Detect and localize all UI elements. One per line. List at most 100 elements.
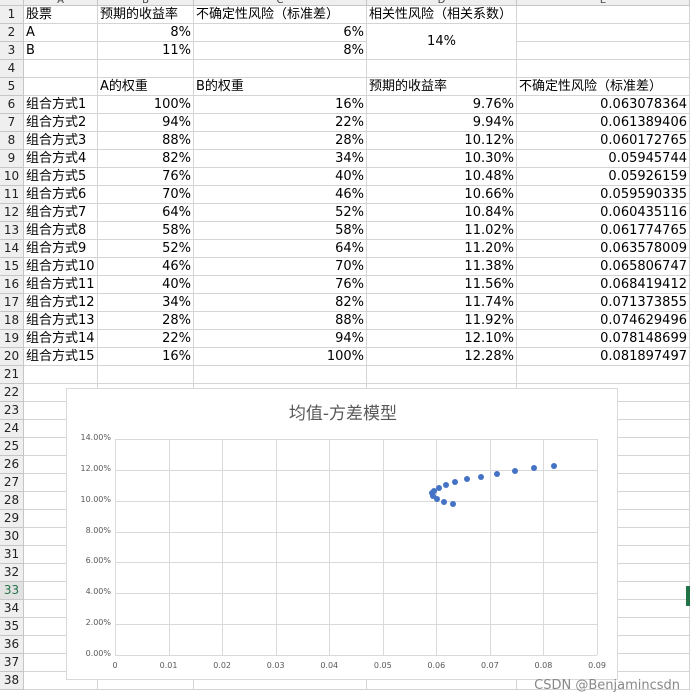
portfolio-std-cell[interactable]: 0.05945744 [517,150,690,168]
cell[interactable] [194,366,367,384]
row-header-37[interactable]: 37 [0,654,24,672]
row-header-23[interactable]: 23 [0,402,24,420]
row-header-22[interactable]: 22 [0,384,24,402]
table-header-cell[interactable]: 预期的收益率 [98,6,194,24]
row-header-14[interactable]: 14 [0,240,24,258]
portfolio-return-cell[interactable]: 10.66% [367,186,517,204]
cell[interactable] [517,42,690,60]
table-header-cell[interactable]: 不确定性风险（标准差） [517,78,690,96]
weight-b-cell[interactable]: 16% [194,96,367,114]
row-header-32[interactable]: 32 [0,564,24,582]
portfolio-return-cell[interactable]: 10.12% [367,132,517,150]
table-header-cell[interactable]: 相关性风险（相关系数） [367,6,517,24]
weight-a-cell[interactable]: 70% [98,186,194,204]
stock-name-cell[interactable]: B [24,42,98,60]
weight-b-cell[interactable]: 94% [194,330,367,348]
weight-b-cell[interactable]: 88% [194,312,367,330]
row-header-24[interactable]: 24 [0,420,24,438]
portfolio-return-cell[interactable]: 12.10% [367,330,517,348]
row-header-11[interactable]: 11 [0,186,24,204]
correlation-cell[interactable]: 14% [367,24,517,60]
row-header-6[interactable]: 6 [0,96,24,114]
scatter-point[interactable] [478,473,485,480]
row-header-2[interactable]: 2 [0,24,24,42]
weight-b-cell[interactable]: 100% [194,348,367,366]
portfolio-std-cell[interactable]: 0.068419412 [517,276,690,294]
weight-a-cell[interactable]: 82% [98,150,194,168]
weight-a-cell[interactable]: 58% [98,222,194,240]
row-header-38[interactable]: 38 [0,672,24,690]
portfolio-name-cell[interactable]: 组合方式2 [24,114,98,132]
portfolio-name-cell[interactable]: 组合方式9 [24,240,98,258]
portfolio-name-cell[interactable]: 组合方式11 [24,276,98,294]
cell[interactable] [367,60,517,78]
scatter-point[interactable] [452,479,459,486]
cell[interactable] [24,60,98,78]
cell[interactable] [367,366,517,384]
portfolio-name-cell[interactable]: 组合方式8 [24,222,98,240]
weight-a-cell[interactable]: 76% [98,168,194,186]
portfolio-return-cell[interactable]: 10.84% [367,204,517,222]
table-header-cell[interactable]: 股票 [24,6,98,24]
portfolio-name-cell[interactable]: 组合方式1 [24,96,98,114]
row-header-25[interactable]: 25 [0,438,24,456]
portfolio-std-cell[interactable]: 0.071373855 [517,294,690,312]
cell[interactable] [517,24,690,42]
portfolio-return-cell[interactable]: 9.76% [367,96,517,114]
portfolio-name-cell[interactable]: 组合方式13 [24,312,98,330]
portfolio-return-cell[interactable]: 12.28% [367,348,517,366]
row-header-18[interactable]: 18 [0,312,24,330]
row-header-31[interactable]: 31 [0,546,24,564]
portfolio-return-cell[interactable]: 11.92% [367,312,517,330]
weight-a-cell[interactable]: 64% [98,204,194,222]
portfolio-std-cell[interactable]: 0.060435116 [517,204,690,222]
row-header-13[interactable]: 13 [0,222,24,240]
portfolio-return-cell[interactable]: 11.20% [367,240,517,258]
row-header-10[interactable]: 10 [0,168,24,186]
row-header-36[interactable]: 36 [0,636,24,654]
cell[interactable] [24,78,98,96]
cell[interactable] [517,60,690,78]
portfolio-name-cell[interactable]: 组合方式3 [24,132,98,150]
portfolio-return-cell[interactable]: 11.56% [367,276,517,294]
scatter-point[interactable] [550,462,557,469]
std-dev-cell[interactable]: 8% [194,42,367,60]
scatter-point[interactable] [440,498,447,505]
scatter-point[interactable] [530,465,537,472]
row-header-33[interactable]: 33 [0,582,24,600]
table-header-cell[interactable]: 不确定性风险（标准差） [194,6,367,24]
weight-b-cell[interactable]: 82% [194,294,367,312]
weight-b-cell[interactable]: 40% [194,168,367,186]
scroll-marker[interactable] [686,586,690,606]
scatter-point[interactable] [435,484,442,491]
portfolio-name-cell[interactable]: 组合方式7 [24,204,98,222]
table-header-cell[interactable]: B的权重 [194,78,367,96]
portfolio-name-cell[interactable]: 组合方式10 [24,258,98,276]
row-header-4[interactable]: 4 [0,60,24,78]
row-header-1[interactable]: 1 [0,6,24,24]
portfolio-name-cell[interactable]: 组合方式6 [24,186,98,204]
weight-b-cell[interactable]: 34% [194,150,367,168]
portfolio-std-cell[interactable]: 0.059590335 [517,186,690,204]
scatter-point[interactable] [494,470,501,477]
scatter-point[interactable] [442,481,449,488]
weight-a-cell[interactable]: 94% [98,114,194,132]
row-header-35[interactable]: 35 [0,618,24,636]
portfolio-std-cell[interactable]: 0.081897497 [517,348,690,366]
weight-a-cell[interactable]: 40% [98,276,194,294]
row-header-34[interactable]: 34 [0,600,24,618]
row-header-30[interactable]: 30 [0,528,24,546]
row-header-26[interactable]: 26 [0,456,24,474]
row-header-21[interactable]: 21 [0,366,24,384]
row-header-5[interactable]: 5 [0,78,24,96]
mean-variance-chart[interactable]: 均值-方差模型 0.00% 2.00% 4.00% 6.00% 8.00% 10.00% 1… [66,388,618,680]
row-header-9[interactable]: 9 [0,150,24,168]
expected-return-cell[interactable]: 11% [98,42,194,60]
cell[interactable] [194,60,367,78]
expected-return-cell[interactable]: 8% [98,24,194,42]
portfolio-return-cell[interactable]: 10.30% [367,150,517,168]
weight-b-cell[interactable]: 52% [194,204,367,222]
portfolio-return-cell[interactable]: 10.48% [367,168,517,186]
weight-a-cell[interactable]: 88% [98,132,194,150]
weight-b-cell[interactable]: 76% [194,276,367,294]
